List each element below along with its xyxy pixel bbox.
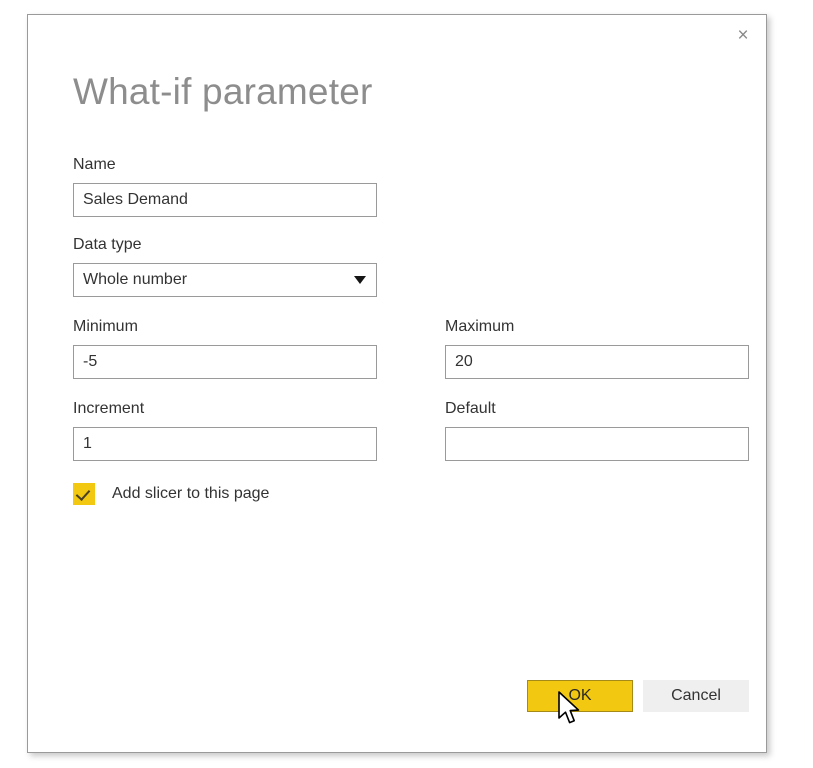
close-icon[interactable]: × <box>723 18 763 52</box>
data-type-select[interactable] <box>73 263 377 297</box>
dialog-footer: OK Cancel <box>28 680 766 712</box>
minimum-input[interactable] <box>73 345 377 379</box>
cancel-button[interactable]: Cancel <box>643 680 749 712</box>
add-slicer-checkbox-row[interactable]: Add slicer to this page <box>73 483 749 505</box>
add-slicer-label: Add slicer to this page <box>112 485 270 502</box>
what-if-parameter-dialog: × What-if parameter Name Data type Minim… <box>27 14 767 753</box>
min-max-row: Minimum Maximum <box>73 317 749 379</box>
data-type-value[interactable] <box>73 263 377 297</box>
increment-default-row: Increment Default <box>73 399 749 461</box>
name-label: Name <box>73 156 116 173</box>
name-input[interactable] <box>73 183 377 217</box>
maximum-field: Maximum <box>445 317 749 379</box>
increment-label: Increment <box>73 400 145 417</box>
default-field: Default <box>445 399 749 461</box>
data-type-label: Data type <box>73 236 142 253</box>
maximum-input[interactable] <box>445 345 749 379</box>
increment-field: Increment <box>73 399 377 461</box>
ok-button[interactable]: OK <box>527 680 633 712</box>
page-title: What-if parameter <box>73 71 373 112</box>
minimum-label: Minimum <box>73 318 138 335</box>
parameter-form: Name Data type Minimum Maximum <box>73 155 749 505</box>
maximum-label: Maximum <box>445 318 515 335</box>
increment-input[interactable] <box>73 427 377 461</box>
minimum-field: Minimum <box>73 317 377 379</box>
default-label: Default <box>445 400 496 417</box>
checkmark-icon[interactable] <box>73 483 95 505</box>
default-input[interactable] <box>445 427 749 461</box>
screen: × What-if parameter Name Data type Minim… <box>0 0 813 768</box>
